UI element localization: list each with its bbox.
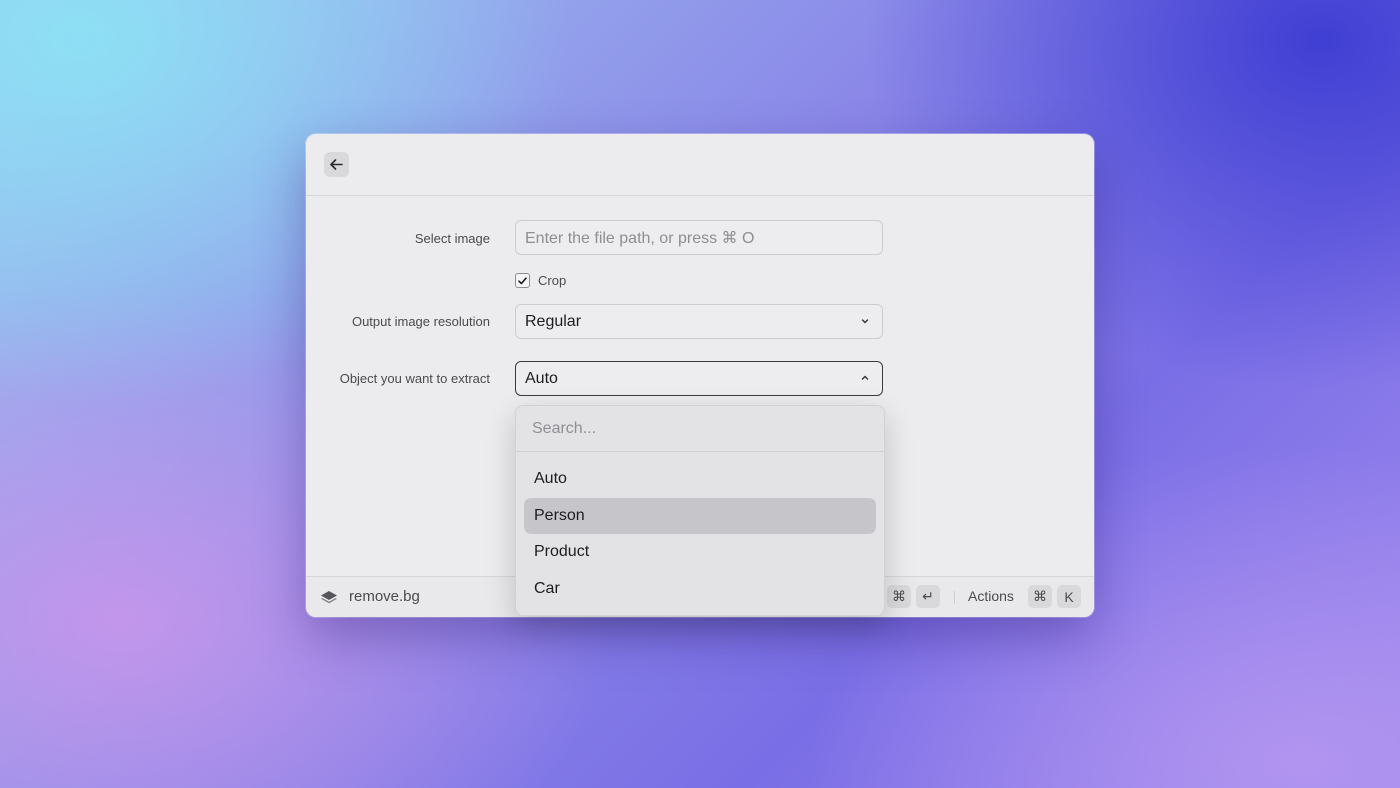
resolution-label: Output image resolution xyxy=(351,314,490,329)
resolution-value: Regular xyxy=(525,312,582,330)
extension-window: Select image Enter the file path, or pre… xyxy=(306,134,1094,617)
extension-brand: remove.bg xyxy=(319,588,420,605)
window-toolbar xyxy=(306,134,1094,196)
crop-checkbox[interactable] xyxy=(515,273,530,288)
arrow-left-icon xyxy=(330,159,343,170)
object-label: Object you want to extract xyxy=(339,371,490,386)
back-button[interactable] xyxy=(324,152,349,177)
option-auto[interactable]: Auto xyxy=(524,461,876,497)
crop-checkbox-row[interactable]: Crop xyxy=(515,273,566,288)
resolution-select[interactable]: Regular xyxy=(515,304,883,339)
select-image-label: Select image xyxy=(414,231,490,246)
object-value: Auto xyxy=(525,369,558,387)
option-car[interactable]: Car xyxy=(524,571,876,607)
submit-shortcut-enter[interactable]: ↵ xyxy=(916,585,940,608)
submit-shortcut-cmd[interactable]: ⌘ xyxy=(887,585,911,608)
brand-name: remove.bg xyxy=(349,588,420,605)
file-path-input[interactable]: Enter the file path, or press ⌘ O xyxy=(515,220,883,255)
actions-shortcut-cmd[interactable]: ⌘ xyxy=(1028,585,1052,608)
object-select[interactable]: Auto xyxy=(515,361,883,396)
actions-shortcut-k[interactable]: K xyxy=(1057,585,1081,608)
chevron-up-icon xyxy=(861,375,869,380)
checkmark-icon xyxy=(518,276,527,284)
dropdown-search-input[interactable]: Search... xyxy=(516,406,884,452)
actions-button[interactable]: Actions xyxy=(968,588,1014,604)
dropdown-options: Auto Person Product Car xyxy=(516,452,884,607)
crop-label: Crop xyxy=(538,273,567,288)
footer-divider xyxy=(954,591,955,604)
chevron-down-icon xyxy=(861,319,869,324)
object-dropdown: Search... Auto Person Product Car xyxy=(515,405,885,616)
option-product[interactable]: Product xyxy=(524,534,876,570)
option-person[interactable]: Person xyxy=(524,497,876,534)
layers-icon xyxy=(321,590,337,603)
